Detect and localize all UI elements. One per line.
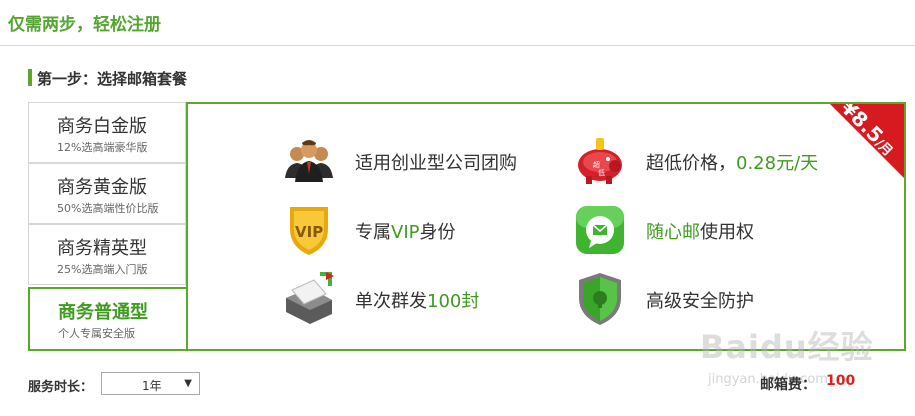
plan-tab-elite[interactable]: 商务精英型 25%选高端入门版 xyxy=(28,224,186,285)
plan-desc: 50%选高端性价比版 xyxy=(57,202,159,215)
duration-label: 服务时长： xyxy=(28,380,94,395)
plan-name: 商务白金版 xyxy=(57,116,147,137)
feature-text: 专属VIP身份 xyxy=(355,222,456,243)
plan-desc: 25%选高端入门版 xyxy=(57,263,148,276)
message-icon xyxy=(576,206,624,254)
plan-detail-panel: ¥8.5/月 适用创业型公司团购 超 低 超低价格，0.28元/天 VIP 专属… xyxy=(186,102,906,351)
fee-value: 100 xyxy=(826,373,856,389)
feature-text: 高级安全防护 xyxy=(646,291,754,312)
plan-tab-platinum[interactable]: 商务白金版 12%选高端豪华版 xyxy=(28,102,186,163)
mail-send-icon xyxy=(286,272,334,324)
feature-text: 适用创业型公司团购 xyxy=(355,153,517,174)
plan-tab-standard[interactable]: 商务普通型 个人专属安全版 xyxy=(28,287,186,351)
plan-name: 商务黄金版 xyxy=(57,177,147,198)
plan-desc: 12%选高端豪华版 xyxy=(57,141,148,154)
vip-shield-icon: VIP xyxy=(290,207,328,255)
chevron-down-icon: ▼ xyxy=(184,378,192,389)
duration-select[interactable]: 1年 ▼ xyxy=(101,372,200,395)
feature-text: 单次群发100封 xyxy=(355,291,480,312)
svg-text:低: 低 xyxy=(598,168,605,177)
plan-tab-gold[interactable]: 商务黄金版 50%选高端性价比版 xyxy=(28,163,186,224)
svg-text:超: 超 xyxy=(593,160,600,169)
duration-value: 1年 xyxy=(142,379,162,393)
watermark: Baidu经验 xyxy=(700,328,874,366)
header-divider xyxy=(0,45,915,46)
feature-text: 超低价格，0.28元/天 xyxy=(646,153,819,174)
piggy-bank-icon: 超 低 xyxy=(578,138,622,184)
svg-text:VIP: VIP xyxy=(295,223,323,241)
feature-text: 随心邮使用权 xyxy=(646,222,754,243)
step-marker xyxy=(28,69,32,86)
page-title: 仅需两步，轻松注册 xyxy=(8,15,161,35)
group-icon xyxy=(285,140,333,182)
panel-border xyxy=(28,288,30,351)
panel-border xyxy=(28,349,188,351)
plan-name: 商务普通型 xyxy=(58,302,148,323)
step-title: 第一步：选择邮箱套餐 xyxy=(37,70,188,88)
security-shield-icon xyxy=(579,273,621,325)
plan-name: 商务精英型 xyxy=(57,238,147,259)
fee-label: 邮箱费： xyxy=(760,377,816,393)
plan-desc: 个人专属安全版 xyxy=(58,327,135,340)
